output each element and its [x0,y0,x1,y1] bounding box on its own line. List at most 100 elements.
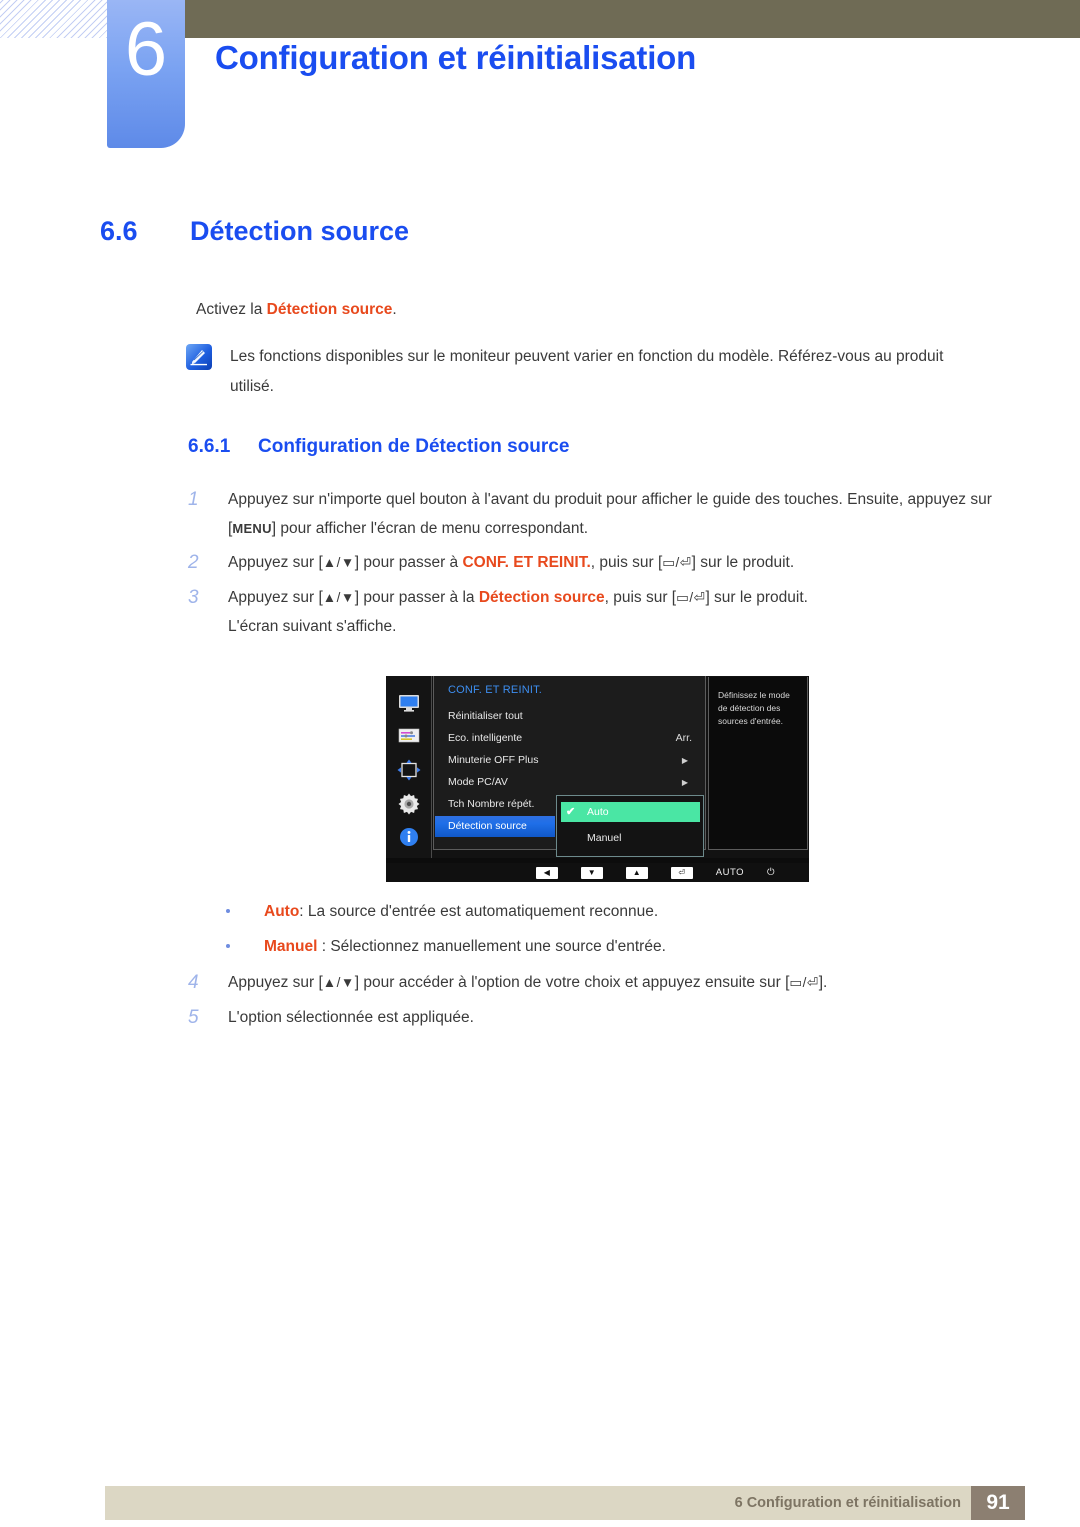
size-position-icon[interactable] [394,757,424,783]
osd-submenu-item-manuel[interactable]: Manuel [561,828,700,848]
bullet-manuel-sep: : [317,938,331,955]
gear-icon[interactable] [394,791,424,817]
step-1-number: 1 [188,489,199,510]
footer-chapter-label: 6 Configuration et réinitialisation [734,1495,961,1511]
chevron-right-icon: ▶ [681,778,688,787]
osd-row-label: Détection source [448,820,527,832]
note-text: Les fonctions disponibles sur le moniteu… [230,348,944,395]
osd-row-label: Minuterie OFF Plus [448,754,539,766]
step-2-text: Appuyez sur [▲/▼] pour passer à CONF. ET… [228,548,1006,577]
footer-page-number: 91 [971,1486,1025,1520]
section-number: 6.6 [100,216,138,246]
osd-auto-label[interactable]: AUTO [716,867,744,878]
subsection-number: 6.6.1 [188,436,231,457]
step-4-part-2: ] pour accéder à l'option de votre choix… [354,974,790,991]
osd-help-text: Définissez le mode de détection des sour… [708,677,808,850]
bullet-point-icon [226,909,230,913]
osd-row-label: Eco. intelligente [448,732,523,744]
page-banner: 6 Configuration et réinitialisation [0,0,1080,160]
bullet-manuel-term: Manuel [264,938,318,955]
osd-key-up[interactable]: ▲ [625,866,648,879]
osd-row-label: Tch Nombre répét. [448,798,535,810]
monitor-icon[interactable] [394,690,424,716]
enter-key-glyph: ▭/⏎ [789,975,819,990]
power-icon[interactable]: ⏻ [767,867,775,878]
osd-row-eco-intelligente[interactable]: Eco. intelligente Arr. [435,728,706,749]
section-heading: 6.6 Détection source [100,215,409,247]
osd-key-enter[interactable]: ⏎ [670,866,693,879]
osd-icon-rail [386,676,432,858]
chevron-right-icon: ▶ [681,756,688,765]
updown-key-glyph: ▲/▼ [322,590,355,605]
step-4-number: 4 [188,972,199,993]
bullet-auto-text: Auto: La source d'entrée est automatique… [264,900,1006,924]
note-callout: Les fonctions disponibles sur le moniteu… [186,342,986,402]
step-3-continuation: L'écran suivant s'affiche. [188,612,1006,641]
chapter-number-chip: 6 [107,0,185,148]
step-3-part-2: ] pour passer à la [354,589,479,606]
info-icon[interactable] [394,824,424,850]
osd-screenshot: CONF. ET REINIT. Réinitialiser tout Eco.… [386,676,809,882]
osd-row-detection-source[interactable]: Détection source [435,816,555,837]
step-3-part-4: , puis sur [ [604,589,677,606]
osd-row-mode-pc-av[interactable]: Mode PC/AV ▶ [435,772,706,793]
step-3-part-0: Appuyez sur [ [228,589,323,606]
chapter-title: Configuration et réinitialisation [215,39,697,76]
lead-prefix: Activez la [196,301,267,318]
step-4-part-4: ]. [818,974,828,991]
step-5-number: 5 [188,1007,199,1028]
bullet-manuel-text: Manuel : Sélectionnez manuellement une s… [264,935,1006,959]
osd-submenu-label: Auto [587,806,609,818]
step-2-part-4: , puis sur [ [590,554,663,571]
step-5: 5 L'option sélectionnée est appliquée. [188,1003,1006,1032]
bullet-auto: Auto: La source d'entrée est automatique… [226,900,1006,924]
image-sliders-icon[interactable] [394,724,424,750]
step-3-continuation-text: L'écran suivant s'affiche. [228,618,397,635]
bullet-manuel-desc: Sélectionnez manuellement une source d'e… [330,938,666,955]
subsection-title: Configuration de Détection source [258,436,570,457]
osd-row-label: Réinitialiser tout [448,710,523,722]
osd-key-down[interactable]: ▼ [580,866,603,879]
section-lead-paragraph: Activez la Détection source. [196,298,896,321]
step-3-menu-ref: Détection source [478,589,605,606]
osd-row-label: Mode PC/AV [448,776,508,788]
bullet-point-icon [226,944,230,948]
step-2: 2 Appuyez sur [▲/▼] pour passer à CONF. … [188,548,1006,577]
step-2-part-0: Appuyez sur [ [228,554,323,571]
updown-key-glyph: ▲/▼ [322,555,355,570]
bullet-auto-term: Auto [264,903,300,920]
osd-row-minuterie-off-plus[interactable]: Minuterie OFF Plus ▶ [435,750,706,771]
step-3-text: Appuyez sur [▲/▼] pour passer à la Détec… [228,583,1006,612]
lead-suffix: . [392,301,397,318]
osd-row-value: Arr. [675,732,692,744]
bullet-auto-sep: : [299,903,308,920]
osd-key-left[interactable]: ◀ [535,866,558,879]
step-4-part-0: Appuyez sur [ [228,974,323,991]
bullet-manuel: Manuel : Sélectionnez manuellement une s… [226,935,1006,959]
menu-key-label: MENU [232,521,272,536]
enter-key-glyph: ▭/⏎ [662,555,692,570]
lead-highlight: Détection source [266,301,393,318]
step-1: 1 Appuyez sur n'importe quel bouton à l'… [188,485,1006,543]
enter-key-glyph: ▭/⏎ [676,590,706,605]
osd-submenu-item-auto[interactable]: ✔ Auto [561,802,700,822]
step-5-text: L'option sélectionnée est appliquée. [228,1009,474,1026]
step-1-part-2: ] pour afficher l'écran de menu correspo… [271,520,589,537]
note-pen-icon [186,344,212,370]
hatch-decoration [0,0,107,38]
section-title: Détection source [190,216,410,246]
banner-olive-bar [185,0,1080,38]
step-3-part-6: ] sur le produit. [705,589,808,606]
step-4-text: Appuyez sur [▲/▼] pour accéder à l'optio… [228,968,1006,997]
osd-stage: CONF. ET REINIT. Réinitialiser tout Eco.… [386,676,809,858]
step-2-part-6: ] sur le produit. [691,554,795,571]
step-3: 3 Appuyez sur [▲/▼] pour passer à la Dét… [188,583,1006,612]
osd-row-reinitialiser-tout[interactable]: Réinitialiser tout [435,706,706,727]
bullet-auto-desc: La source d'entrée est automatiquement r… [307,903,659,920]
osd-menu-title: CONF. ET REINIT. [448,684,543,696]
page-footer: 6 Configuration et réinitialisation 91 [105,1486,1025,1520]
chapter-number: 6 [124,7,168,92]
step-2-menu-ref: CONF. ET REINIT. [462,554,591,571]
step-4: 4 Appuyez sur [▲/▼] pour accéder à l'opt… [188,968,1006,997]
osd-submenu: ✔ Auto Manuel [556,795,704,857]
